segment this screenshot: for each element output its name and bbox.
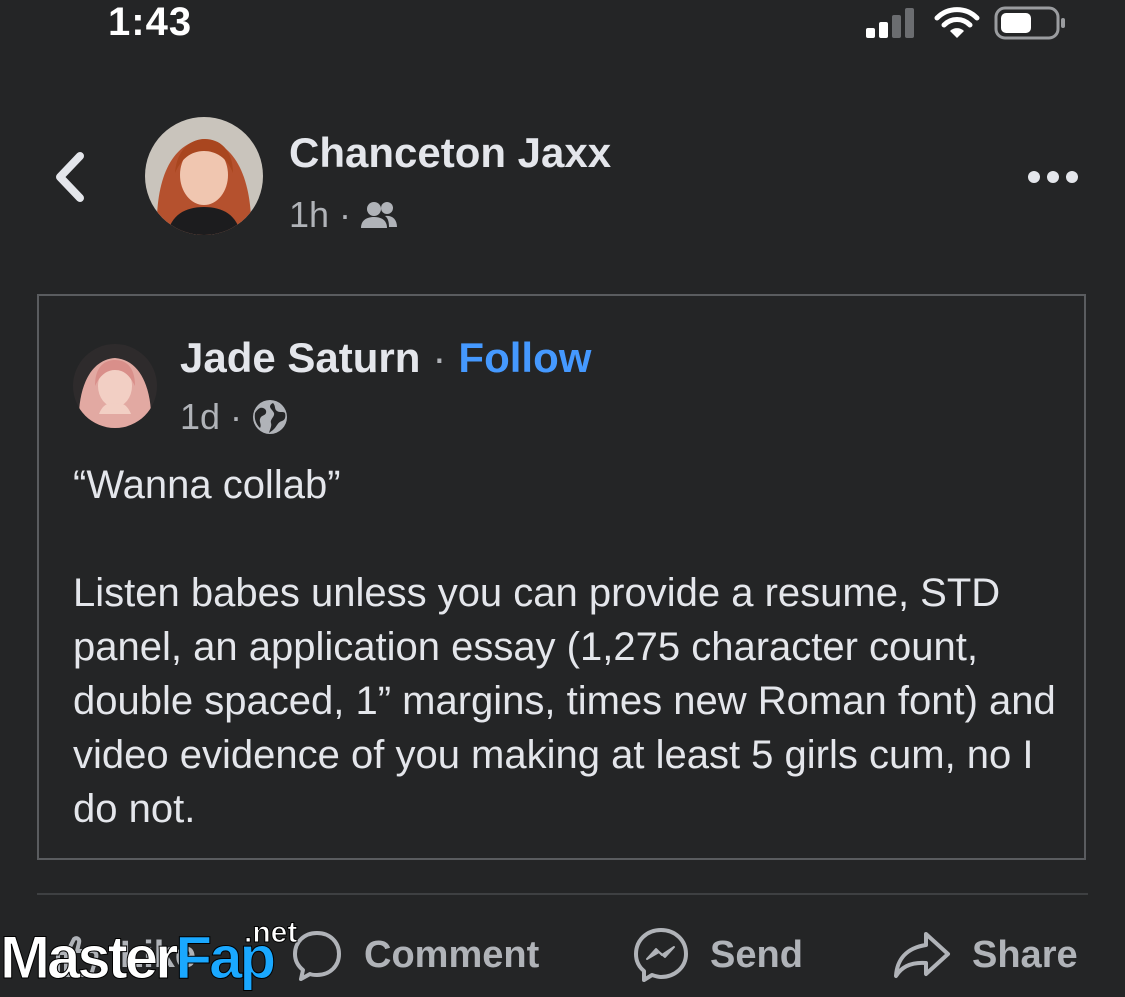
globe-icon [253, 400, 288, 434]
meta-separator: · [230, 396, 243, 437]
meta-separator: · [339, 194, 352, 235]
watermark-part1: Master [0, 924, 179, 991]
watermark-suffix: .net [243, 916, 298, 950]
avatar[interactable] [145, 117, 263, 235]
post-body: Listen babes unless you can provide a re… [73, 571, 1056, 831]
shared-author-row: Jade Saturn · Follow [180, 334, 591, 382]
follow-button[interactable]: Follow [458, 334, 591, 382]
messenger-icon [634, 928, 688, 982]
status-time: 1:43 [108, 0, 193, 44]
post-author-name[interactable]: Chanceton Jaxx [289, 129, 611, 177]
shared-author-photo [73, 344, 157, 428]
post-quote: “Wanna collab” [73, 463, 341, 507]
battery-icon [994, 6, 1065, 40]
name-separator: · [432, 334, 447, 381]
shared-author-avatar[interactable] [73, 344, 157, 428]
watermark-text: MasterFap [0, 927, 277, 988]
back-chevron-icon[interactable] [50, 150, 90, 204]
signal-icon [866, 8, 914, 38]
share-label: Share [972, 933, 1078, 976]
wifi-icon [934, 7, 980, 38]
shared-post-time: 1d [180, 396, 221, 437]
send-label: Send [710, 933, 803, 976]
friends-icon [361, 202, 398, 228]
shared-author-name[interactable]: Jade Saturn [180, 334, 420, 382]
shared-post-meta: 1d · [180, 396, 288, 438]
divider [37, 893, 1088, 895]
share-button[interactable]: Share [892, 920, 1078, 990]
post-meta: 1h · [289, 194, 398, 236]
comment-label: Comment [364, 933, 540, 976]
watermark-logo: MasterFap .net [0, 916, 320, 997]
more-options-icon[interactable] [1026, 164, 1080, 190]
post-time: 1h [289, 194, 330, 235]
profile-photo [145, 117, 263, 235]
post-text: “Wanna collab” Listen babes unless you c… [73, 458, 1063, 836]
send-button[interactable]: Send [632, 920, 803, 990]
comment-button[interactable]: Comment [290, 920, 539, 990]
share-icon [894, 932, 950, 978]
